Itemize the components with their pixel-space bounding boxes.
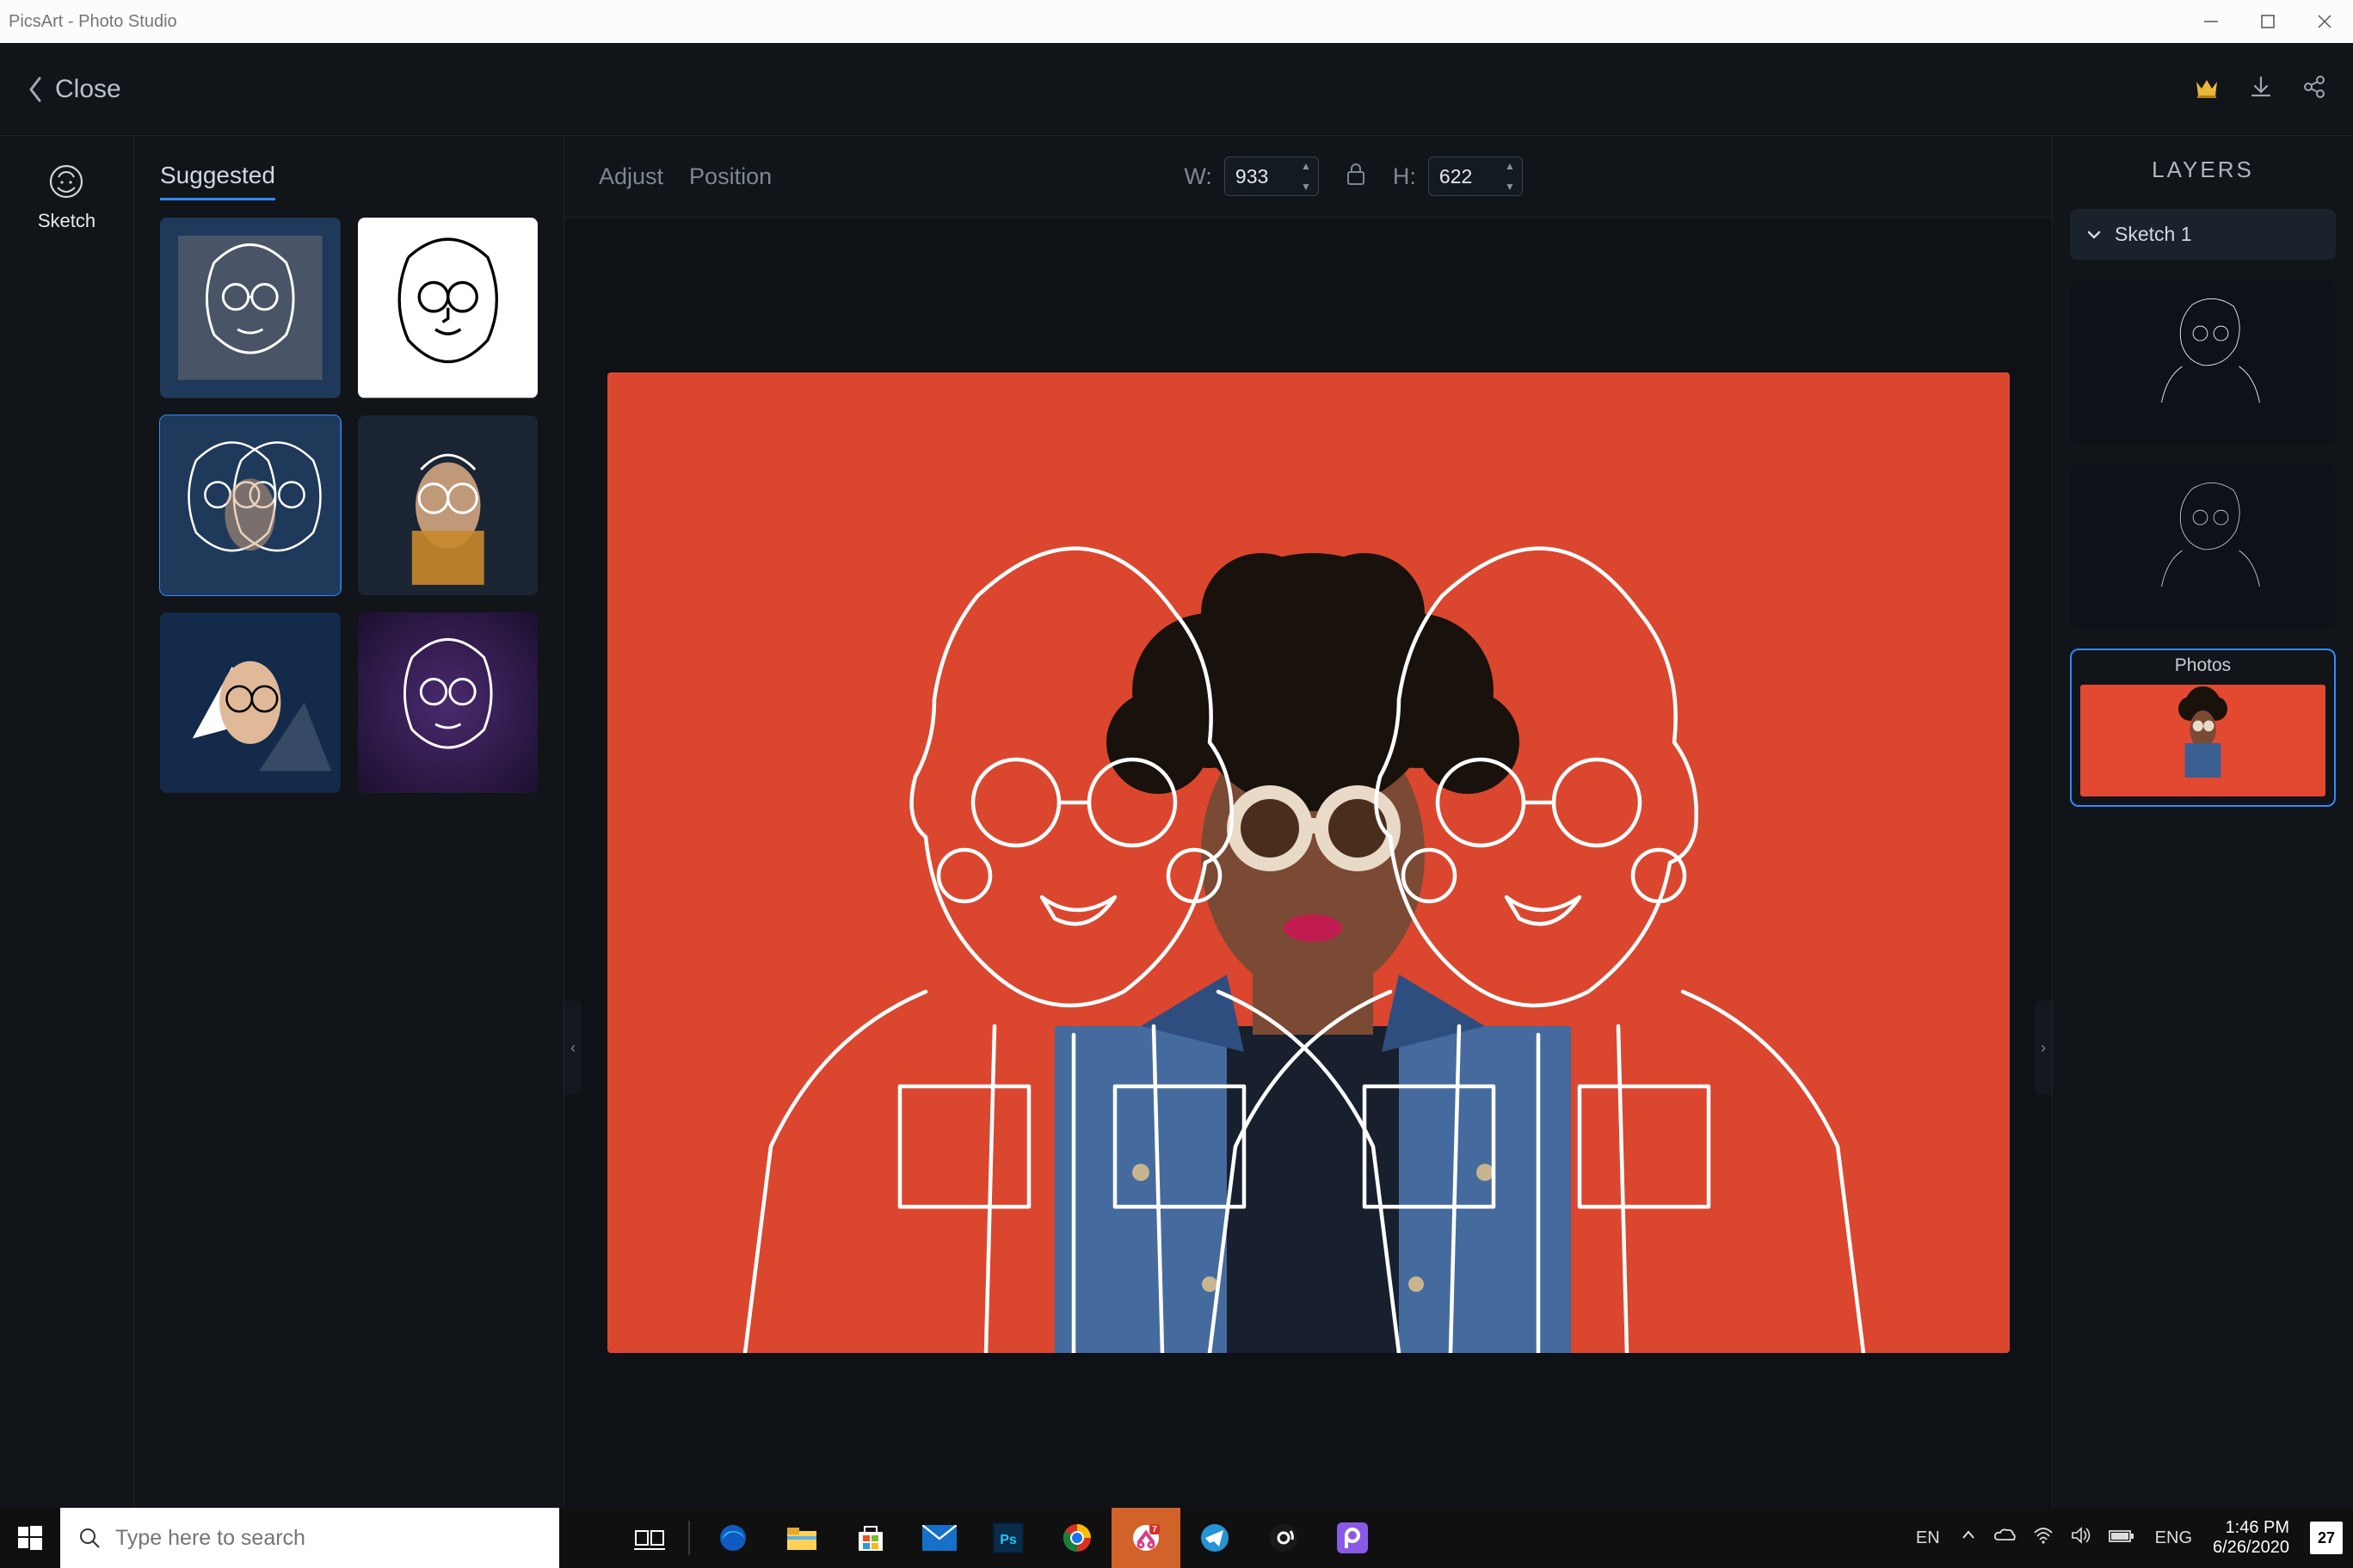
window-close-button[interactable] — [2313, 13, 2336, 30]
canvas-wrap: ‹ — [564, 218, 2052, 1508]
suggested-panel: Suggested — [134, 136, 564, 1508]
taskbar-app-editor[interactable] — [1249, 1508, 1318, 1568]
svg-text:Ps: Ps — [1000, 1533, 1017, 1547]
height-stepper[interactable]: ▲▼ — [1502, 160, 1518, 193]
crown-icon[interactable] — [2193, 73, 2221, 105]
face-sketch-icon — [46, 162, 86, 201]
app-body: Sketch Suggested — [0, 136, 2353, 1508]
tools-sidebar: Sketch — [0, 136, 134, 1508]
taskbar-time: 1:46 PM — [2213, 1518, 2289, 1538]
layer-thumb-1[interactable] — [2070, 280, 2336, 444]
close-label: Close — [55, 75, 121, 104]
suggested-preset-1[interactable] — [160, 218, 341, 398]
option-adjust[interactable]: Adjust — [599, 163, 663, 190]
suggested-preset-5[interactable] — [160, 612, 341, 793]
taskbar-app-photoshop[interactable]: Ps — [974, 1508, 1043, 1568]
taskbar-app-ms-store[interactable] — [836, 1508, 905, 1568]
canvas[interactable] — [607, 372, 2010, 1353]
lock-aspect-icon[interactable] — [1345, 161, 1367, 193]
layer-photos[interactable]: Photos — [2070, 649, 2336, 807]
options-bar: Adjust Position W: ▲▼ H: — [564, 136, 2052, 218]
taskbar-app-chrome[interactable] — [1043, 1508, 1112, 1568]
window-title: PicsArt - Photo Studio — [9, 12, 177, 32]
layer-thumb-2[interactable] — [2070, 464, 2336, 628]
layers-title: LAYERS — [2070, 157, 2336, 183]
tray-chevron-up-icon[interactable] — [1961, 1528, 1976, 1548]
taskbar-app-snip[interactable]: 7 — [1112, 1508, 1180, 1568]
canvas-area: Adjust Position W: ▲▼ H: — [564, 136, 2052, 1508]
windows-taskbar: Ps 7 EN ENG 1:46 PM 6/26/2020 27 — [0, 1508, 2353, 1568]
option-position[interactable]: Position — [689, 163, 772, 190]
tab-suggested[interactable]: Suggested — [160, 162, 275, 200]
tray-battery-icon[interactable] — [2109, 1528, 2134, 1548]
window-minimize-button[interactable] — [2200, 13, 2222, 30]
suggested-preset-4[interactable] — [358, 415, 539, 596]
height-field: H: ▲▼ — [1393, 157, 1523, 196]
task-view-button[interactable] — [619, 1526, 680, 1550]
top-right-actions — [2193, 73, 2327, 105]
expand-left-handle[interactable]: ‹ — [564, 1000, 582, 1095]
layer-photos-label: Photos — [2072, 650, 2334, 681]
layer-photos-thumb — [2080, 685, 2325, 796]
window-controls — [2200, 13, 2344, 30]
suggested-preset-2[interactable] — [358, 218, 539, 398]
tool-sketch-label: Sketch — [38, 210, 95, 232]
search-icon — [77, 1526, 102, 1550]
layer-sketch-header[interactable]: Sketch 1 — [2070, 209, 2336, 260]
taskbar-search-input[interactable] — [115, 1526, 542, 1551]
taskbar-date: 6/26/2020 — [2213, 1538, 2289, 1558]
layers-panel: LAYERS Sketch 1 — [2052, 136, 2353, 1508]
share-icon[interactable] — [2301, 74, 2327, 104]
expand-right-handle[interactable]: › — [2035, 1000, 2052, 1095]
action-center-button[interactable]: 27 — [2310, 1522, 2343, 1554]
window-title-bar: PicsArt - Photo Studio — [0, 0, 2353, 43]
taskbar-app-picsart[interactable] — [1318, 1508, 1387, 1568]
width-stepper[interactable]: ▲▼ — [1298, 160, 1314, 193]
tray-volume-icon[interactable] — [2071, 1527, 2091, 1549]
tray-icons — [1961, 1527, 2134, 1549]
suggested-preset-3[interactable] — [160, 415, 341, 596]
suggested-grid — [160, 218, 538, 793]
app-topbar: Close — [0, 43, 2353, 136]
taskbar-app-mail[interactable] — [905, 1508, 974, 1568]
notif-count: 27 — [2318, 1529, 2335, 1547]
height-label: H: — [1393, 163, 1416, 190]
language-indicator-input[interactable]: EN — [1916, 1528, 1940, 1548]
taskbar-app-edge[interactable] — [699, 1508, 767, 1568]
start-button[interactable] — [0, 1524, 60, 1552]
language-indicator-kbd[interactable]: ENG — [2155, 1528, 2192, 1548]
tool-sketch[interactable]: Sketch — [38, 162, 95, 232]
taskbar-app-telegram[interactable] — [1180, 1508, 1249, 1568]
picsart-app: Close Sketch — [0, 43, 2353, 1508]
taskbar-pinned-apps: Ps 7 — [699, 1508, 1387, 1568]
svg-text:7: 7 — [1152, 1525, 1157, 1534]
width-field: W: ▲▼ — [1184, 157, 1319, 196]
taskbar-system-tray: EN ENG 1:46 PM 6/26/2020 27 — [1906, 1518, 2353, 1558]
taskbar-app-file-explorer[interactable] — [767, 1508, 836, 1568]
window-maximize-button[interactable] — [2257, 13, 2279, 30]
taskbar-datetime[interactable]: 1:46 PM 6/26/2020 — [2213, 1518, 2289, 1558]
suggested-preset-6[interactable] — [358, 612, 539, 793]
tray-onedrive-icon[interactable] — [1993, 1528, 2016, 1548]
chevron-left-icon — [26, 75, 45, 104]
width-label: W: — [1184, 163, 1212, 190]
tray-wifi-icon[interactable] — [2033, 1527, 2054, 1549]
close-button[interactable]: Close — [26, 75, 121, 104]
layer-sketch-label: Sketch 1 — [2115, 223, 2192, 246]
taskbar-search[interactable] — [60, 1508, 559, 1568]
chevron-down-icon — [2085, 226, 2103, 243]
download-icon[interactable] — [2248, 74, 2274, 104]
